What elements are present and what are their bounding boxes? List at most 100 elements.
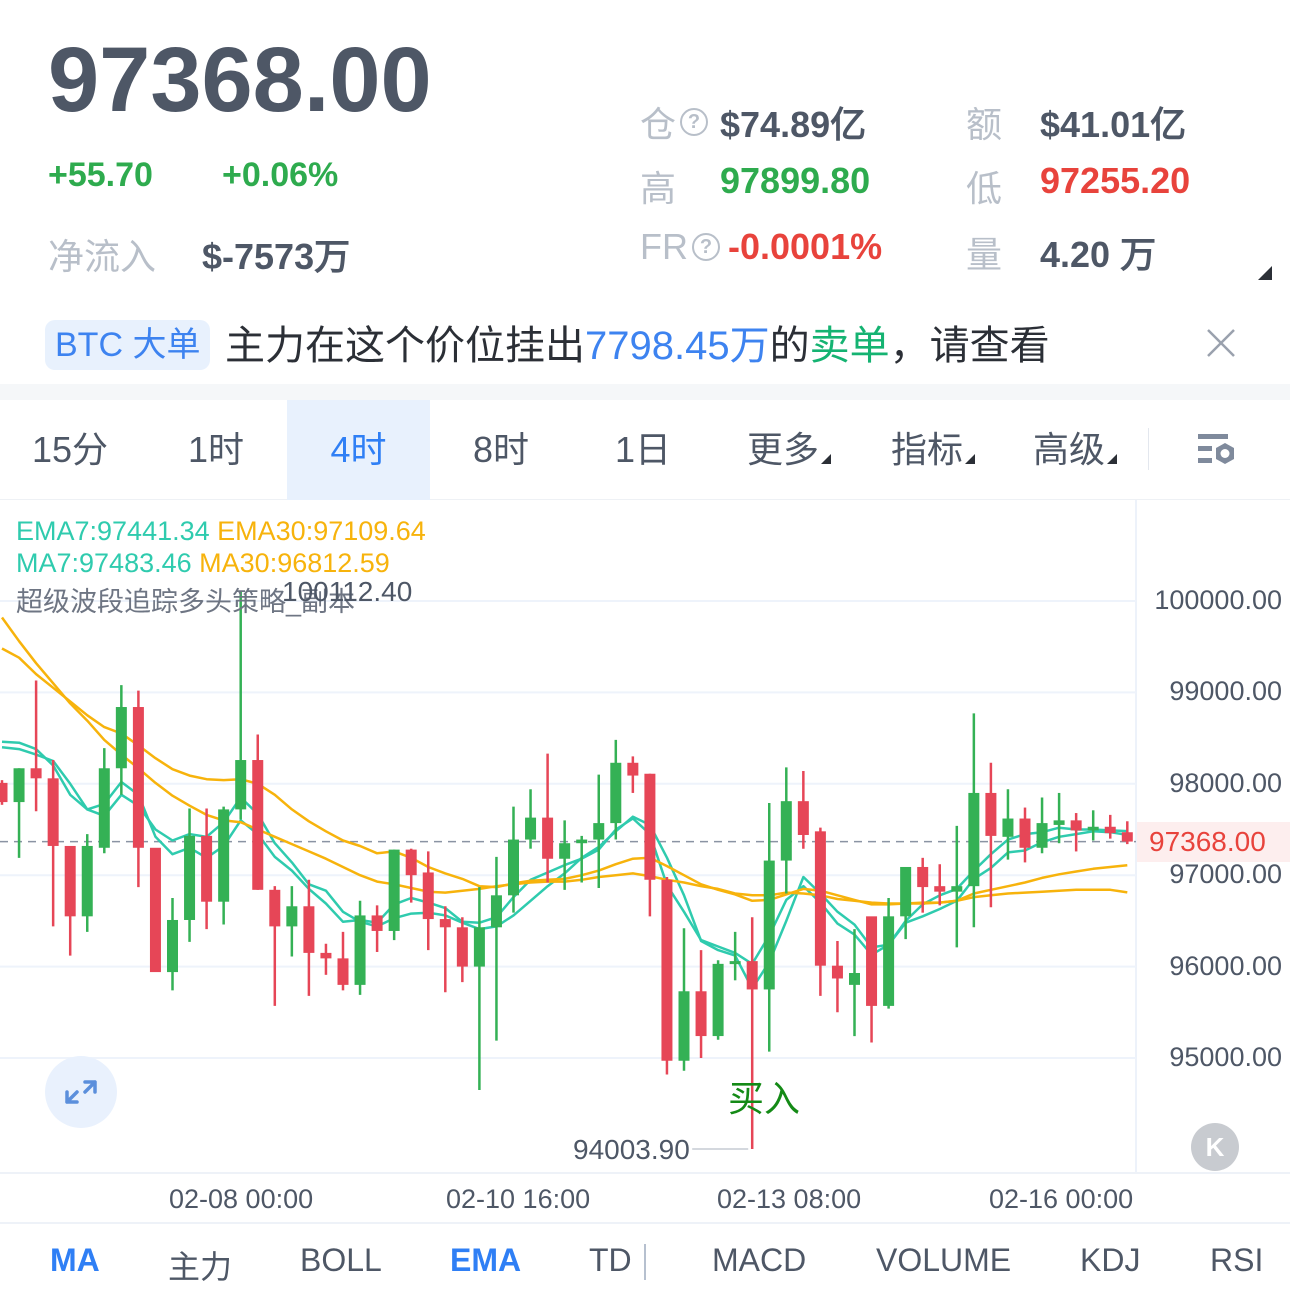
y-tick: 96000.00: [1169, 950, 1282, 981]
candle-body: [167, 919, 178, 973]
candle-body: [508, 839, 519, 896]
dropdown-icon: [821, 454, 831, 464]
candle: [184, 808, 196, 942]
tab-label: 更多: [746, 429, 819, 470]
candle-body: [1087, 826, 1099, 831]
candle-body: [456, 927, 468, 967]
ma-legend: MA7:97483.46 MA30:96812.59: [16, 548, 390, 579]
min-price-marker: 94003.90: [573, 1134, 690, 1165]
y-tick: 97000.00: [1169, 859, 1282, 890]
candle-body: [831, 965, 843, 979]
low-label: 低: [966, 168, 1003, 209]
candle-body: [371, 915, 383, 931]
indicator-rsi[interactable]: RSI: [1210, 1242, 1263, 1279]
candle: [115, 685, 127, 795]
candle: [337, 931, 349, 991]
tab-more[interactable]: 更多: [718, 400, 860, 500]
open-interest-label: 仓 ?: [640, 96, 709, 148]
candle-body: [661, 879, 673, 1061]
candle-body: [81, 845, 93, 917]
turnover-value: $41.01亿: [1040, 104, 1187, 145]
candle: [849, 929, 860, 1037]
timeframe-tabs: 15分 1时 4时 8时 1日 更多 指标 高级: [0, 400, 1290, 500]
tab-8h[interactable]: 8时: [430, 400, 572, 500]
x-tick: 02-13 08:00: [717, 1184, 862, 1214]
indicator-macd[interactable]: MACD: [712, 1242, 806, 1279]
candle: [47, 760, 59, 927]
low-value: 97255.20: [1040, 160, 1191, 201]
indicator-boll[interactable]: BOLL: [300, 1242, 382, 1279]
candle: [81, 834, 93, 932]
candle: [132, 690, 144, 888]
candle: [490, 856, 502, 1041]
candle-body: [1002, 818, 1014, 837]
indicator-ema[interactable]: EMA: [450, 1242, 521, 1279]
candle-body: [303, 906, 315, 953]
indicator-kdj[interactable]: KDJ: [1080, 1242, 1140, 1279]
help-icon[interactable]: ?: [680, 108, 709, 136]
ema7-value: EMA7:97441.34: [16, 516, 210, 546]
candle: [388, 849, 400, 941]
candle-body: [559, 843, 571, 859]
candle-body: [1036, 823, 1048, 848]
turnover-label: 额: [966, 104, 1003, 145]
expand-stats-icon[interactable]: [1258, 266, 1272, 280]
tab-label: 4时: [330, 429, 387, 470]
candle-body: [746, 961, 758, 990]
candle: [235, 590, 247, 820]
candle-body: [269, 889, 281, 927]
help-icon[interactable]: ?: [692, 233, 720, 261]
candle: [473, 887, 485, 1090]
funding-rate-label: FR ?: [640, 226, 720, 268]
candle-body: [115, 707, 127, 769]
tab-label: 8时: [472, 429, 530, 470]
candle-body: [98, 768, 110, 848]
chart-settings-icon[interactable]: [1194, 430, 1240, 472]
tab-label: 高级: [1032, 429, 1105, 470]
volume-value: 4.20 万: [1040, 234, 1157, 275]
tab-1d[interactable]: 1日: [572, 400, 714, 500]
candle-body: [849, 972, 860, 985]
candle: [951, 825, 963, 948]
candle: [218, 806, 230, 925]
y-tick: 98000.00: [1169, 767, 1282, 798]
tab-1h[interactable]: 1时: [145, 400, 287, 500]
x-tick: 02-08 00:00: [169, 1184, 314, 1214]
candle-body: [30, 768, 42, 779]
candle: [866, 916, 878, 1043]
tab-indicators[interactable]: 指标: [862, 400, 1004, 500]
candle-body: [422, 872, 434, 920]
notice-text[interactable]: 主力在这个价位挂出7798.45万的卖单，请查看: [225, 320, 1050, 372]
y-tick: 99000.00: [1169, 676, 1282, 707]
candle-body: [132, 707, 144, 848]
close-icon[interactable]: [1204, 326, 1238, 360]
indicator-volume[interactable]: VOLUME: [876, 1242, 1011, 1279]
tab-label: 1日: [614, 429, 672, 470]
tab-advanced[interactable]: 高级: [1004, 400, 1146, 500]
candle-body: [951, 886, 963, 892]
indicator-ma[interactable]: MA: [50, 1242, 100, 1279]
candle-body: [576, 839, 588, 844]
candle-body: [695, 991, 707, 1037]
candle-body: [252, 760, 264, 890]
notice-amount: 7798.45万: [585, 324, 770, 368]
tab-15m[interactable]: 15分: [0, 400, 140, 500]
scroll-to-latest-button[interactable]: K: [1191, 1123, 1239, 1171]
tab-4h[interactable]: 4时: [287, 400, 430, 500]
fullscreen-button[interactable]: [45, 1056, 117, 1128]
candle-body: [47, 778, 59, 846]
indicator-td[interactable]: TD: [589, 1242, 632, 1279]
ma30-value: MA30:96812.59: [199, 548, 390, 578]
candle-body: [218, 809, 230, 902]
notice-side: 卖单: [809, 324, 890, 368]
dropdown-icon: [965, 454, 975, 464]
price-change-percent: +0.06%: [222, 156, 339, 194]
indicator-main-force[interactable]: 主力: [168, 1242, 232, 1288]
candle: [678, 928, 690, 1071]
x-tick: 02-10 16:00: [446, 1184, 591, 1214]
high-label: 高: [640, 168, 677, 209]
candle-body: [0, 782, 8, 803]
candle: [883, 898, 895, 1009]
candle-body: [729, 961, 741, 965]
candle: [456, 917, 468, 983]
